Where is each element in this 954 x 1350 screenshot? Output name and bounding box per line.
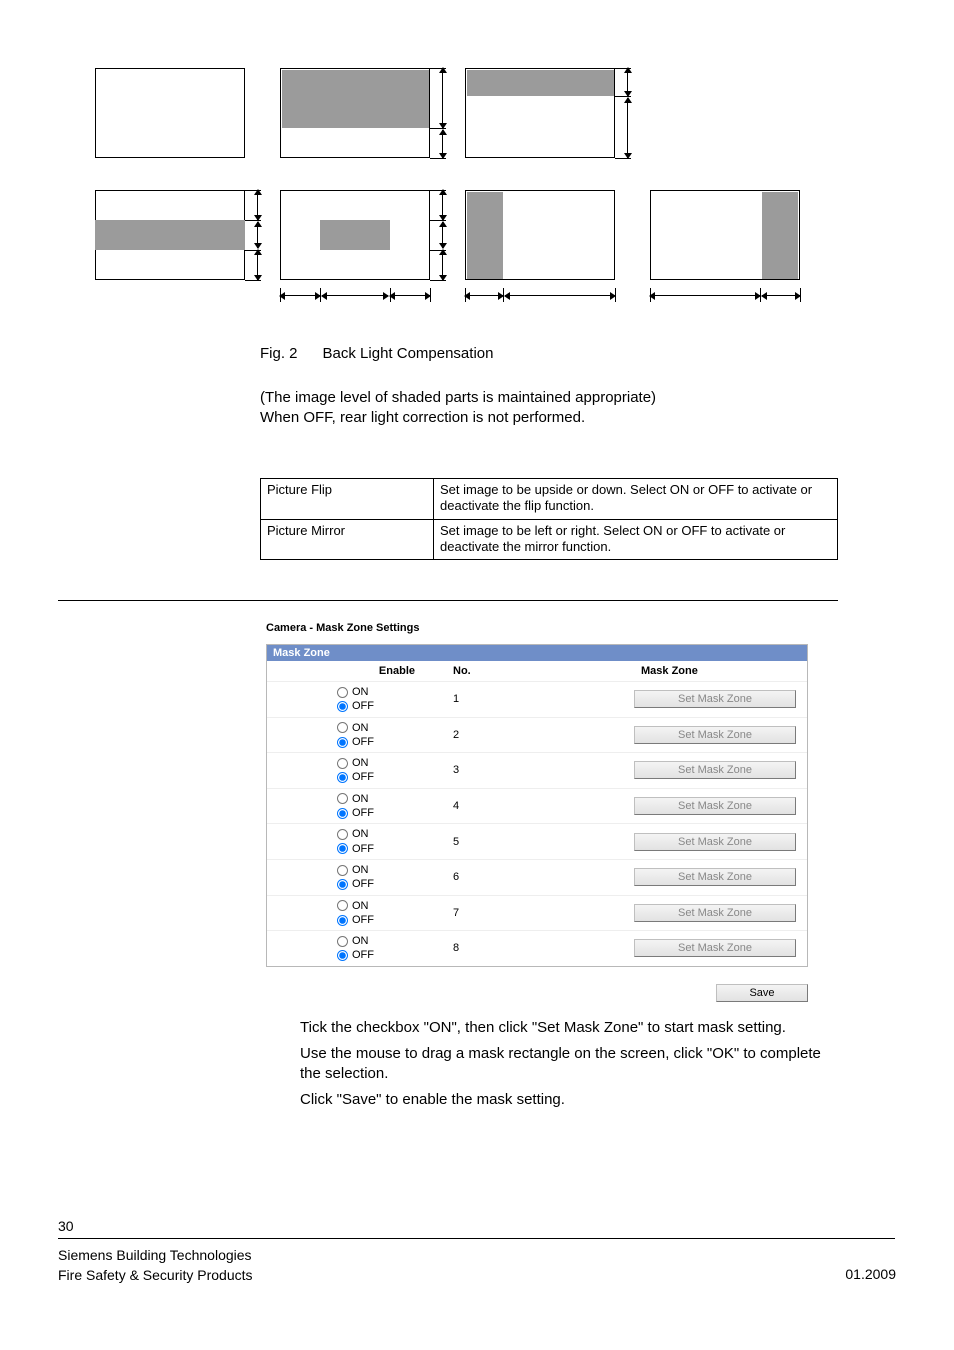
set-mask-zone-button[interactable]: Set Mask Zone — [634, 833, 796, 851]
row-number: 6 — [445, 871, 633, 883]
radio-off[interactable]: OFF — [337, 770, 374, 784]
radio-off[interactable]: OFF — [337, 913, 374, 927]
row-number: 2 — [445, 729, 633, 741]
radio-off[interactable]: OFF — [337, 842, 374, 856]
radio-on[interactable]: ON — [337, 899, 369, 913]
set-mask-zone-button[interactable]: Set Mask Zone — [634, 761, 796, 779]
radio-on[interactable]: ON — [337, 685, 369, 699]
mask-zone-row: ON OFF 5Set Mask Zone — [267, 823, 807, 859]
instruction-2: Use the mouse to drag a mask rectangle o… — [300, 1044, 830, 1085]
section-divider — [58, 600, 838, 601]
mask-zone-row: ON OFF 1Set Mask Zone — [267, 681, 807, 717]
mask-zone-row: ON OFF 7Set Mask Zone — [267, 895, 807, 931]
save-button[interactable]: Save — [716, 984, 808, 1002]
mask-zone-row: ON OFF 2Set Mask Zone — [267, 717, 807, 753]
figure-note-2: When OFF, rear light correction is not p… — [260, 408, 585, 428]
cell-desc: Set image to be left or right. Select ON… — [434, 519, 838, 560]
radio-on[interactable]: ON — [337, 792, 369, 806]
row-number: 4 — [445, 800, 633, 812]
footer-line2: Fire Safety & Security Products — [58, 1266, 253, 1286]
col-no: No. — [445, 665, 633, 677]
figure-title: Back Light Compensation — [323, 345, 494, 362]
radio-off[interactable]: OFF — [337, 877, 374, 891]
camera-screen-title: Camera - Mask Zone Settings — [266, 622, 419, 634]
cell-name: Picture Mirror — [261, 519, 434, 560]
flip-mirror-table: Picture Flip Set image to be upside or d… — [260, 478, 838, 560]
radio-off[interactable]: OFF — [337, 948, 374, 962]
col-enable: Enable — [267, 665, 445, 677]
mask-zone-row: ON OFF 3Set Mask Zone — [267, 752, 807, 788]
radio-off[interactable]: OFF — [337, 699, 374, 713]
radio-on[interactable]: ON — [337, 721, 369, 735]
row-number: 8 — [445, 942, 633, 954]
radio-off[interactable]: OFF — [337, 806, 374, 820]
figure-caption: Fig. 2 Back Light Compensation — [260, 345, 493, 362]
row-number: 7 — [445, 907, 633, 919]
cell-desc: Set image to be upside or down. Select O… — [434, 479, 838, 520]
figure-label: Fig. 2 — [260, 345, 298, 362]
radio-on[interactable]: ON — [337, 934, 369, 948]
set-mask-zone-button[interactable]: Set Mask Zone — [634, 939, 796, 957]
cell-name: Picture Flip — [261, 479, 434, 520]
set-mask-zone-button[interactable]: Set Mask Zone — [634, 868, 796, 886]
radio-on[interactable]: ON — [337, 863, 369, 877]
instruction-3: Click "Save" to enable the mask setting. — [300, 1090, 830, 1110]
mask-zone-row: ON OFF 4Set Mask Zone — [267, 788, 807, 824]
footer-left: Siemens Building Technologies Fire Safet… — [58, 1246, 253, 1285]
mask-zone-panel: Mask Zone Enable No. Mask Zone ON OFF1Se… — [266, 644, 808, 967]
footer-date: 01.2009 — [845, 1266, 896, 1282]
row-number: 5 — [445, 836, 633, 848]
page-number: 30 — [58, 1218, 74, 1234]
set-mask-zone-button[interactable]: Set Mask Zone — [634, 726, 796, 744]
row-number: 3 — [445, 764, 633, 776]
radio-on[interactable]: ON — [337, 756, 369, 770]
mask-zone-columns: Enable No. Mask Zone — [267, 661, 807, 681]
table-row: Picture Flip Set image to be upside or d… — [261, 479, 838, 520]
footer-rule — [58, 1238, 895, 1239]
figure-note-1: (The image level of shaded parts is main… — [260, 388, 656, 408]
instruction-1: Tick the checkbox "ON", then click "Set … — [300, 1018, 830, 1038]
radio-off[interactable]: OFF — [337, 735, 374, 749]
row-number: 1 — [445, 693, 633, 705]
set-mask-zone-button[interactable]: Set Mask Zone — [634, 690, 796, 708]
col-maskzone: Mask Zone — [633, 665, 807, 677]
mask-zone-row: ON OFF 6Set Mask Zone — [267, 859, 807, 895]
set-mask-zone-button[interactable]: Set Mask Zone — [634, 904, 796, 922]
set-mask-zone-button[interactable]: Set Mask Zone — [634, 797, 796, 815]
mask-zone-header: Mask Zone — [267, 645, 807, 661]
mask-zone-row: ON OFF 8Set Mask Zone — [267, 930, 807, 966]
table-row: Picture Mirror Set image to be left or r… — [261, 519, 838, 560]
radio-on[interactable]: ON — [337, 827, 369, 841]
footer-line1: Siemens Building Technologies — [58, 1246, 253, 1266]
